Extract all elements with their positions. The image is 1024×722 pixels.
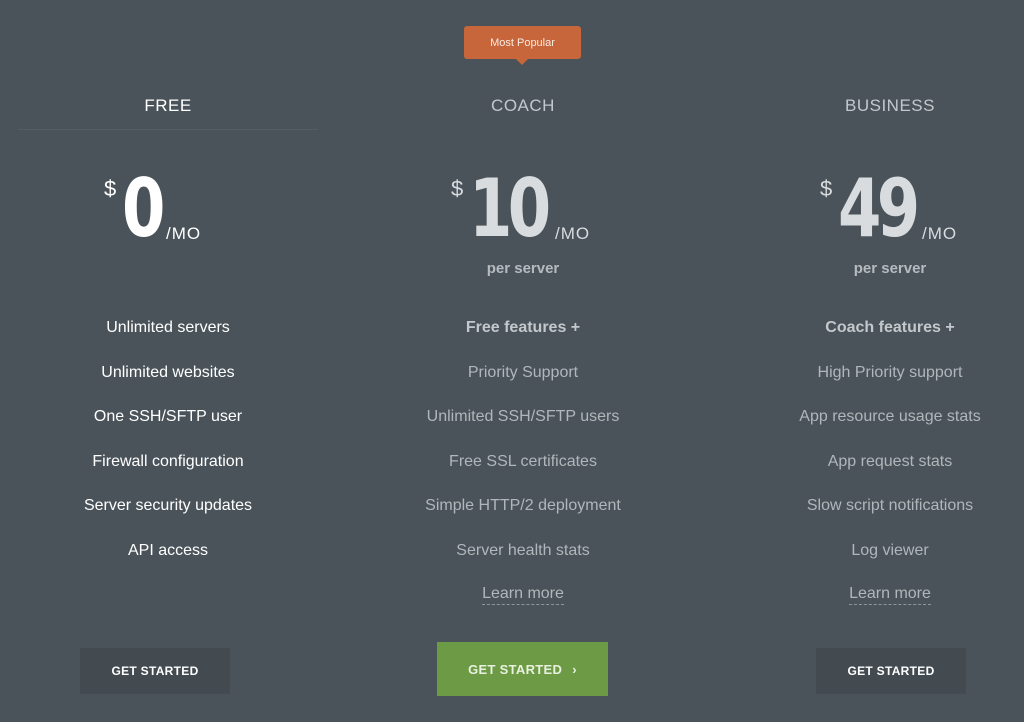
price: $ 49 /MO bbox=[722, 164, 1024, 258]
get-started-button-free[interactable]: GET STARTED bbox=[80, 648, 230, 694]
plan-business: BUSINESS $ 49 /MO per server Coach featu… bbox=[722, 0, 1024, 722]
get-started-button-business[interactable]: GET STARTED bbox=[816, 648, 966, 694]
feature-item: Free SSL certificates bbox=[449, 452, 597, 470]
price-amount: 0 bbox=[122, 162, 165, 255]
plan-coach: COACH $ 10 /MO per server Free features … bbox=[355, 0, 691, 722]
feature-item: Unlimited SSH/SFTP users bbox=[426, 408, 620, 425]
plan-free: FREE $ 0 /MO Unlimited servers Unlimited… bbox=[0, 0, 336, 722]
divider bbox=[18, 129, 318, 130]
learn-more-container: Learn more bbox=[722, 585, 1024, 605]
learn-more-link[interactable]: Learn more bbox=[849, 585, 931, 605]
get-started-button-coach[interactable]: GET STARTED › bbox=[437, 642, 608, 696]
learn-more-container: Learn more bbox=[355, 585, 691, 605]
feature-item-lead: Free features + bbox=[465, 319, 581, 336]
learn-more-link[interactable]: Learn more bbox=[482, 585, 564, 605]
feature-item-lead: Coach features + bbox=[825, 319, 955, 336]
get-started-label: GET STARTED bbox=[847, 664, 935, 678]
feature-item: Log viewer bbox=[851, 541, 929, 559]
price: $ 0 /MO bbox=[0, 164, 336, 258]
price-currency: $ bbox=[820, 176, 833, 201]
price-currency: $ bbox=[451, 176, 464, 201]
feature-item: Firewall configuration bbox=[92, 452, 244, 470]
feature-item: API access bbox=[127, 541, 209, 559]
feature-item: Simple HTTP/2 deployment bbox=[425, 497, 621, 514]
feature-item: App request stats bbox=[827, 452, 953, 470]
price-period: /MO bbox=[166, 224, 202, 243]
feature-item: Server security updates bbox=[83, 497, 253, 514]
price-currency: $ bbox=[104, 176, 117, 201]
plan-name: BUSINESS bbox=[845, 96, 935, 115]
feature-item: Slow script notifications bbox=[806, 497, 974, 514]
plan-name: FREE bbox=[144, 96, 192, 115]
get-started-label: GET STARTED bbox=[111, 664, 199, 678]
feature-item: Priority Support bbox=[467, 363, 579, 381]
feature-list: Free features + Priority Support Unlimit… bbox=[355, 318, 691, 585]
plan-name: COACH bbox=[491, 96, 555, 115]
price-unit: per server bbox=[853, 260, 927, 277]
feature-list: Unlimited servers Unlimited websites One… bbox=[0, 318, 336, 585]
feature-item: Server health stats bbox=[456, 541, 590, 559]
feature-item: Unlimited websites bbox=[101, 363, 235, 381]
price-amount: 49 bbox=[838, 162, 920, 255]
price-amount: 10 bbox=[469, 162, 551, 255]
price-unit: per server bbox=[486, 260, 560, 277]
feature-item: App resource usage stats bbox=[799, 408, 981, 425]
feature-item: Unlimited servers bbox=[106, 319, 230, 336]
feature-item: One SSH/SFTP user bbox=[93, 408, 243, 425]
get-started-label: GET STARTED bbox=[468, 661, 563, 677]
price: $ 10 /MO bbox=[355, 164, 691, 258]
price-period: /MO bbox=[555, 224, 591, 243]
price-period: /MO bbox=[922, 224, 958, 243]
feature-item: High Priority support bbox=[817, 363, 963, 381]
chevron-right-icon: › bbox=[572, 661, 577, 677]
feature-list: Coach features + High Priority support A… bbox=[722, 318, 1024, 585]
